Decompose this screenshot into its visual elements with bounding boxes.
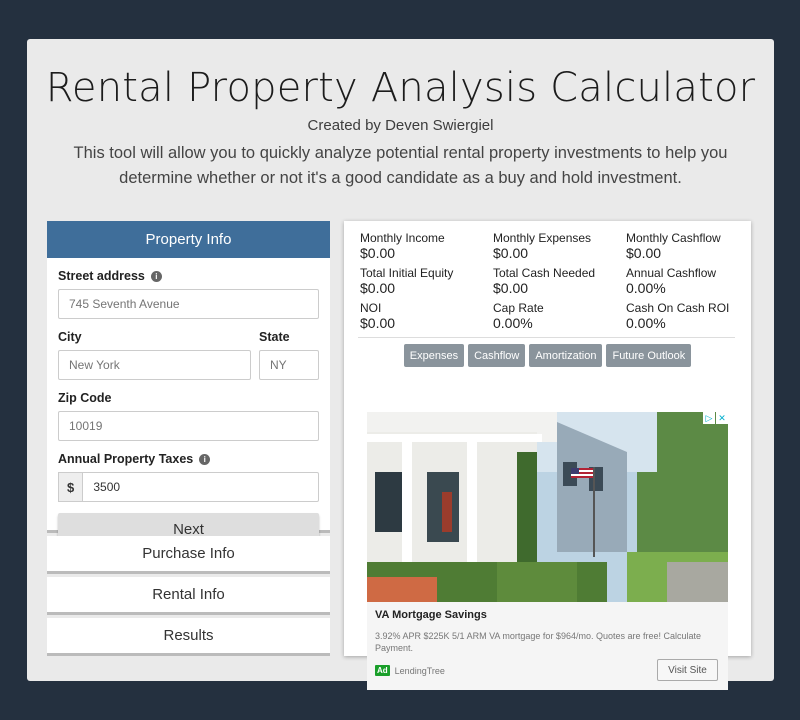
taxes-group: Annual Property Taxes i $ <box>58 449 319 502</box>
state-group: State <box>259 327 319 380</box>
property-taxes-input[interactable] <box>82 472 319 502</box>
property-info-form: Street address i City State Zip Code <box>47 258 330 545</box>
tab-expenses[interactable]: Expenses <box>403 344 465 367</box>
results-section[interactable]: Results <box>47 618 330 656</box>
visit-site-button[interactable]: Visit Site <box>657 659 718 681</box>
divider <box>358 337 735 338</box>
street-address-input[interactable] <box>58 289 319 319</box>
input-accordion: Property Info Street address i City Stat… <box>47 221 330 656</box>
tab-cashflow[interactable]: Cashflow <box>468 344 526 367</box>
street-address-label: Street address i <box>58 266 319 286</box>
city-label: City <box>58 330 82 344</box>
metric-value: $0.00 <box>493 280 529 296</box>
metric-label: Cash On Cash ROI <box>626 301 730 315</box>
city-input[interactable] <box>58 350 251 380</box>
ad-footer: Ad LendingTree <box>375 665 445 676</box>
state-input[interactable] <box>259 350 319 380</box>
city-group: City <box>58 327 251 380</box>
ad-text: 3.92% APR $225K 5/1 ARM VA mortgage for … <box>375 631 702 653</box>
metric-monthly-expenses: Monthly Expenses $0.00 <box>493 231 626 262</box>
metric-label: Monthly Expenses <box>493 231 592 245</box>
metric-value: $0.00 <box>626 245 662 261</box>
state-label: State <box>259 330 290 344</box>
tab-future-outlook[interactable]: Future Outlook <box>606 344 692 367</box>
metric-annual-cashflow: Annual Cashflow 0.00% <box>626 266 751 297</box>
page-description: This tool will allow you to quickly anal… <box>73 144 728 187</box>
metric-label: Total Initial Equity <box>360 266 454 280</box>
chart-tabs: Expenses Cashflow Amortization Future Ou… <box>344 344 751 367</box>
advertisement[interactable]: ▷ ✕ VA Mortgage Savings 3.92% APR $225K … <box>367 412 728 690</box>
header: Rental Property Analysis Calculator Crea… <box>27 63 774 191</box>
purchase-info-section[interactable]: Purchase Info <box>47 536 330 574</box>
ad-title[interactable]: VA Mortgage Savings <box>375 609 487 621</box>
zip-group: Zip Code <box>58 388 319 441</box>
ad-image[interactable]: ▷ ✕ <box>367 412 728 602</box>
metric-value: $0.00 <box>360 315 396 331</box>
ad-label: Ad <box>375 665 390 676</box>
metric-label: Monthly Cashflow <box>626 231 721 245</box>
metric-label: Total Cash Needed <box>493 266 596 280</box>
metric-value: $0.00 <box>360 245 396 261</box>
metric-cap-rate: Cap Rate 0.00% <box>493 301 626 332</box>
street-address-label-text: Street address <box>58 269 145 283</box>
property-taxes-input-group: $ <box>58 472 319 502</box>
info-icon[interactable]: i <box>150 270 162 282</box>
property-info-header[interactable]: Property Info <box>47 221 330 258</box>
advertiser-name: LendingTree <box>394 665 445 676</box>
page-title: Rental Property Analysis Calculator <box>45 65 756 111</box>
rental-info-section[interactable]: Rental Info <box>47 577 330 615</box>
calculator-card: Rental Property Analysis Calculator Crea… <box>27 39 774 690</box>
ad-choices[interactable]: ▷ ✕ <box>703 412 728 424</box>
metric-label: Cap Rate <box>493 301 544 315</box>
metric-value: 0.00% <box>626 280 666 296</box>
metric-total-cash-needed: Total Cash Needed $0.00 <box>493 266 626 297</box>
metric-total-initial-equity: Total Initial Equity $0.00 <box>360 266 493 297</box>
metric-monthly-income: Monthly Income $0.00 <box>360 231 493 262</box>
property-taxes-label-text: Annual Property Taxes <box>58 452 194 466</box>
dollar-addon: $ <box>58 472 83 502</box>
results-panel: Monthly Income $0.00 Monthly Expenses $0.0… <box>344 221 751 690</box>
metric-label: NOI <box>360 301 382 315</box>
metrics-grid: Monthly Income $0.00 Monthly Expenses $0.0… <box>344 221 751 332</box>
info-icon[interactable]: i <box>199 453 211 465</box>
property-taxes-label: Annual Property Taxes i <box>58 449 319 469</box>
zip-code-input[interactable] <box>58 411 319 441</box>
metric-value: 0.00% <box>626 315 666 331</box>
page-subtitle: Created by Deven Swiergiel <box>307 117 494 134</box>
zip-code-label: Zip Code <box>58 391 112 405</box>
metric-value: 0.00% <box>493 315 533 331</box>
metric-label: Annual Cashflow <box>626 266 717 280</box>
ad-choices-icon[interactable]: ▷ <box>703 412 715 424</box>
metric-noi: NOI $0.00 <box>360 301 493 332</box>
metric-cash-on-cash-roi: Cash On Cash ROI 0.00% <box>626 301 751 332</box>
metric-label: Monthly Income <box>360 231 445 245</box>
metric-value: $0.00 <box>493 245 529 261</box>
close-icon[interactable]: ✕ <box>716 412 728 424</box>
metric-value: $0.00 <box>360 280 396 296</box>
tab-amortization[interactable]: Amortization <box>529 344 603 367</box>
house-photo <box>367 412 728 602</box>
metric-monthly-cashflow: Monthly Cashflow $0.00 <box>626 231 751 262</box>
